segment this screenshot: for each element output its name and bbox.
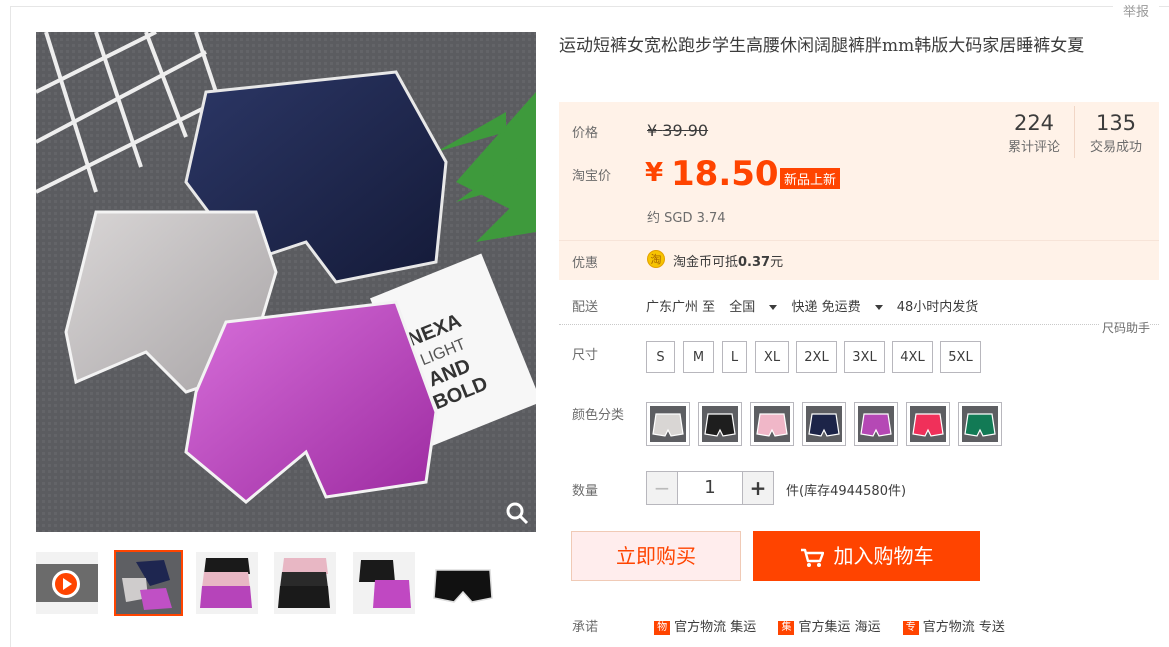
thumbnail-item[interactable] (353, 552, 415, 614)
sales-label: 交易成功 (1089, 140, 1142, 155)
reviews-count: 224 (1013, 111, 1055, 135)
stock-text: 件(库存4944580件) (786, 484, 907, 499)
chevron-down-icon (769, 305, 778, 310)
currency-symbol: ¥ (645, 158, 664, 188)
taobao-price-label: 淘宝价 (572, 169, 612, 184)
logistics-icon: 集 (778, 620, 795, 635)
promo-label: 优惠 (572, 256, 599, 271)
sales-stat: 135 交易成功 (1083, 110, 1149, 155)
promo-text: 淘金币可抵0.37元 (673, 255, 784, 270)
size-option[interactable]: 5XL (940, 341, 981, 373)
add-to-cart-button[interactable]: 加入购物车 (753, 531, 980, 581)
size-option[interactable]: L (722, 341, 747, 373)
price-label: 价格 (572, 126, 599, 141)
product-title: 运动短裤女宽松跑步学生高腰休闲阔腿裤胖mm韩版大码家居睡裤女夏 (559, 36, 1085, 56)
color-swatch[interactable] (958, 402, 1002, 446)
promise-row: 承诺 物官方物流 集运 集官方集运 海运 专官方物流 专送 (572, 616, 1023, 635)
quantity-label: 数量 (572, 484, 599, 499)
thumbnail-item[interactable] (196, 552, 258, 614)
price-panel: 价格 ¥ 39.90 淘宝价 ¥ 18.50 新品上新 约 SGD 3.74 2… (559, 102, 1159, 280)
logistics-icon: 物 (654, 620, 671, 635)
quantity-input[interactable]: 1 (677, 471, 743, 505)
shipping-label: 配送 (572, 300, 599, 315)
original-price: ¥ 39.90 (647, 121, 709, 140)
logistics-icon: 专 (902, 620, 919, 635)
video-thumbnail[interactable] (36, 552, 98, 614)
taobao-coin-icon: 淘 (647, 250, 665, 268)
product-photo: NEXA LIGHT AND BOLD (36, 32, 536, 532)
size-option[interactable]: 2XL (796, 341, 837, 373)
ship-destination-select[interactable]: 全国 (729, 300, 778, 315)
sales-count: 135 (1095, 111, 1137, 135)
thumbnail-item[interactable] (114, 550, 183, 616)
new-arrival-badge: 新品上新 (780, 168, 841, 189)
increase-button[interactable]: + (742, 471, 774, 505)
promise-item: 官方物流 专送 (922, 620, 1005, 635)
color-swatch[interactable] (854, 402, 898, 446)
ship-method-select[interactable]: 快递 免运费 (791, 300, 883, 315)
promise-item: 官方集运 海运 (798, 620, 881, 635)
size-option[interactable]: 4XL (892, 341, 933, 373)
main-product-image[interactable]: NEXA LIGHT AND BOLD (36, 32, 536, 532)
size-option[interactable]: S (646, 341, 675, 373)
current-price: 18.50 (671, 154, 779, 194)
converted-price: 约 SGD 3.74 (647, 211, 726, 226)
report-link[interactable]: 举报 (1113, 1, 1160, 20)
promise-item: 官方物流 集运 (674, 620, 757, 635)
color-swatch[interactable] (906, 402, 950, 446)
size-label: 尺寸 (572, 348, 599, 363)
ship-time: 48小时内发货 (896, 300, 979, 315)
promise-label: 承诺 (572, 620, 599, 635)
add-to-cart-label: 加入购物车 (833, 544, 934, 568)
color-swatch[interactable] (802, 402, 846, 446)
thumbnail-item[interactable] (432, 552, 494, 614)
size-helper-link[interactable]: 尺码助手 (1100, 319, 1151, 336)
cart-icon (800, 548, 824, 567)
stat-divider (1074, 106, 1075, 158)
divider (559, 240, 1159, 241)
size-option[interactable]: XL (755, 341, 789, 373)
size-option[interactable]: M (683, 341, 714, 373)
thumbnail-item[interactable] (274, 552, 336, 614)
size-option[interactable]: 3XL (844, 341, 885, 373)
color-swatch[interactable] (750, 402, 794, 446)
reviews-stat[interactable]: 224 累计评论 (1001, 110, 1067, 155)
ship-from: 广东广州 至 (646, 300, 716, 315)
buy-now-button[interactable]: 立即购买 (571, 531, 741, 581)
play-icon (52, 570, 80, 598)
color-swatch[interactable] (646, 402, 690, 446)
zoom-icon[interactable] (504, 500, 530, 526)
decrease-button[interactable]: − (646, 471, 678, 505)
shipping-info: 广东广州 至 全国 快递 免运费 48小时内发货 (646, 296, 988, 315)
chevron-down-icon (874, 305, 883, 310)
dotted-divider (559, 324, 1159, 325)
color-label: 颜色分类 (572, 408, 625, 423)
color-swatch[interactable] (698, 402, 742, 446)
thumbnail-strip (36, 550, 536, 616)
reviews-label: 累计评论 (1007, 140, 1060, 155)
